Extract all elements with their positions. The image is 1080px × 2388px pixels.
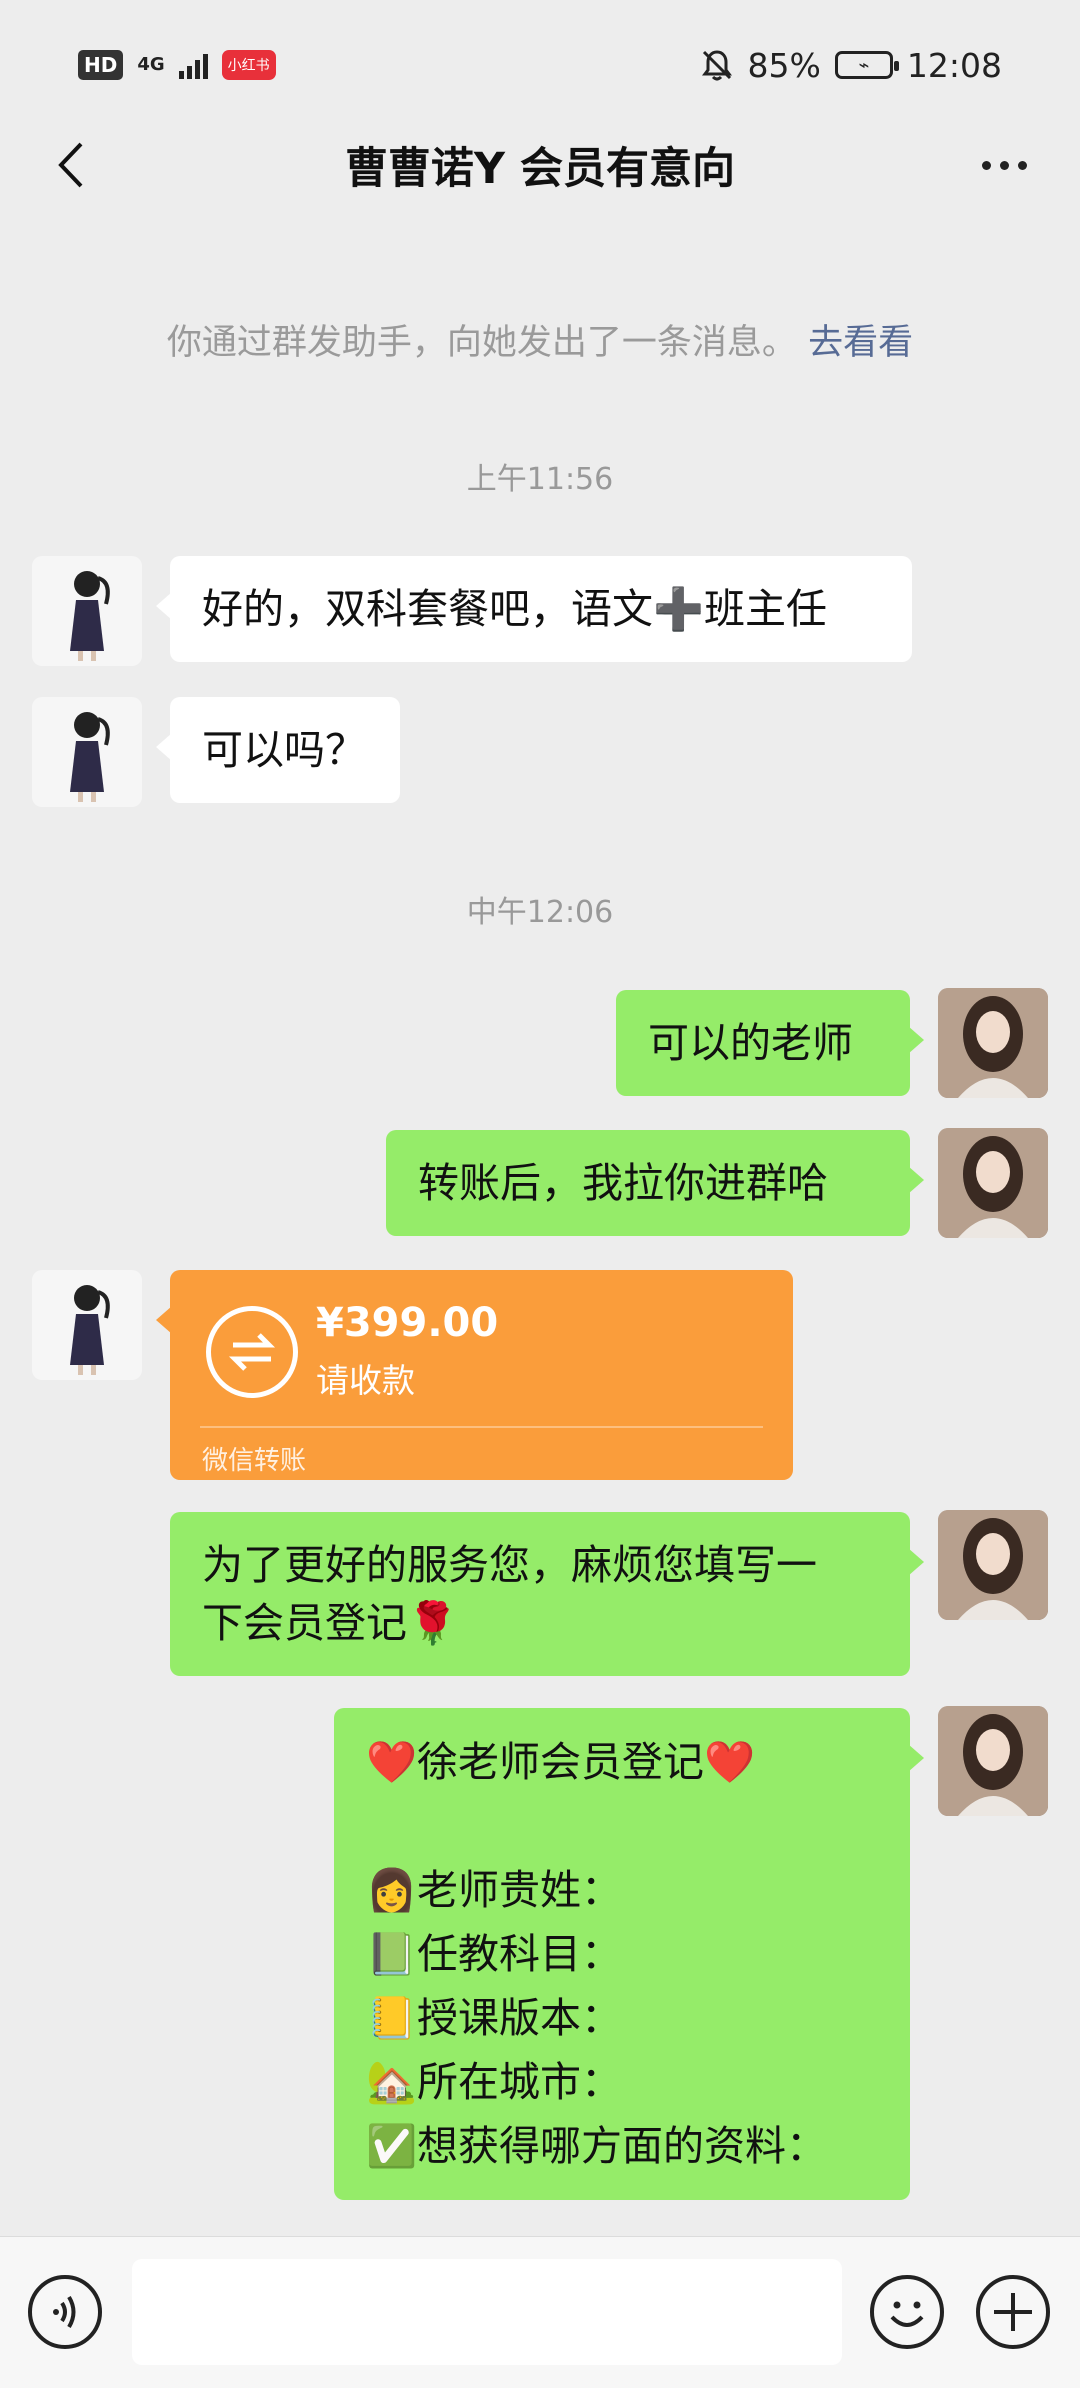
transfer-amount: ¥399.00 [316, 1300, 499, 1346]
network-type: 4G [137, 54, 165, 75]
status-left: HD 4G 小红书 [78, 50, 276, 80]
timestamp: 中午12:06 [466, 895, 614, 930]
girl-avatar-icon [70, 571, 110, 661]
contact-avatar[interactable] [32, 556, 142, 666]
message-text: 下会员登记🌹 [202, 1599, 459, 1647]
chat-title: 曹曹诺Y 会员有意向 [344, 144, 736, 194]
back-button[interactable] [40, 132, 100, 198]
transfer-status: 请收款 [316, 1361, 415, 1400]
form-field-textbook-version: 📒授课版本： [366, 1994, 623, 2042]
transfer-card[interactable]: ¥399.00 请收款 微信转账 [156, 1270, 793, 1480]
form-field-surname: 👩老师贵姓： [366, 1866, 623, 1914]
girl-avatar-icon [70, 1285, 110, 1375]
form-field-subject: 📗任教科目： [366, 1930, 623, 1978]
emoji-button[interactable] [870, 2275, 944, 2349]
battery-icon: ⌁ [834, 51, 899, 79]
timestamp: 上午11:56 [466, 462, 614, 497]
voice-input-button[interactable] [28, 2275, 102, 2349]
clock: 12:08 [906, 45, 1002, 85]
message-bubble[interactable]: 为了更好的服务您，麻烦您填写一 下会员登记🌹 [170, 1512, 924, 1676]
form-title: ❤️徐老师会员登记❤️ [366, 1738, 756, 1786]
woman-avatar-icon [938, 988, 1048, 1098]
dot-icon [999, 160, 1009, 170]
contact-avatar[interactable] [32, 1270, 142, 1380]
self-avatar[interactable] [938, 1128, 1048, 1238]
divider [200, 1426, 763, 1428]
status-right: 85% ⌁ 12:08 [700, 46, 1002, 85]
more-options-button[interactable] [964, 132, 1044, 198]
dot-icon [1017, 160, 1027, 170]
message-bubble[interactable]: 可以吗？ [156, 697, 400, 803]
dot-icon [981, 160, 991, 170]
woman-avatar-icon [938, 1706, 1048, 1816]
woman-avatar-icon [938, 1128, 1048, 1238]
system-note: 你通过群发助手，向她发出了一条消息。 去看看 [0, 314, 1080, 365]
chevron-left-icon [58, 142, 83, 188]
signal-icon [178, 51, 208, 79]
hd-badge: HD [78, 50, 124, 80]
message-text: 转账后，我拉你进群哈 [418, 1159, 828, 1207]
plus-icon [994, 2293, 1032, 2331]
message-bubble[interactable]: 可以的老师 [616, 990, 924, 1096]
system-note-text: 你通过群发助手，向她发出了一条消息。 [166, 323, 797, 363]
message-text: 可以的老师 [648, 1019, 853, 1067]
message-text: 为了更好的服务您，麻烦您填写一 [202, 1541, 817, 1589]
form-field-materials: ✅想获得哪方面的资料： [366, 2122, 828, 2170]
woman-avatar-icon [938, 1510, 1048, 1620]
chat-header: 曹曹诺Y 会员有意向 [0, 110, 1080, 220]
transfer-footer: 微信转账 [202, 1446, 307, 1476]
girl-avatar-icon [70, 712, 110, 802]
app-notification-badge: 小红书 [221, 50, 276, 80]
message-bubble[interactable]: 转账后，我拉你进群哈 [386, 1130, 924, 1236]
battery-percent: 85% [747, 45, 821, 85]
view-link[interactable]: 去看看 [808, 323, 913, 363]
input-bar [0, 2236, 1080, 2388]
registration-form-message[interactable]: ❤️徐老师会员登记❤️ 👩老师贵姓： 📗任教科目： 📒授课版本： 🏡所在城市： … [334, 1708, 924, 2200]
form-blank-line [366, 1794, 878, 1858]
message-text: 好的，双科套餐吧，语文➕班主任 [202, 585, 828, 633]
smiley-icon [890, 2301, 924, 2327]
message-bubble[interactable]: 好的，双科套餐吧，语文➕班主任 [156, 556, 912, 662]
self-avatar[interactable] [938, 1706, 1048, 1816]
mute-bell-icon [701, 50, 732, 81]
form-field-city: 🏡所在城市： [366, 2058, 623, 2106]
self-avatar[interactable] [938, 1510, 1048, 1620]
self-avatar[interactable] [938, 988, 1048, 1098]
message-text: 可以吗？ [202, 726, 366, 774]
transfer-icon [206, 1306, 298, 1398]
message-input[interactable] [132, 2259, 842, 2365]
contact-avatar[interactable] [32, 697, 142, 807]
voice-icon [53, 2295, 76, 2329]
more-functions-button[interactable] [976, 2275, 1050, 2349]
